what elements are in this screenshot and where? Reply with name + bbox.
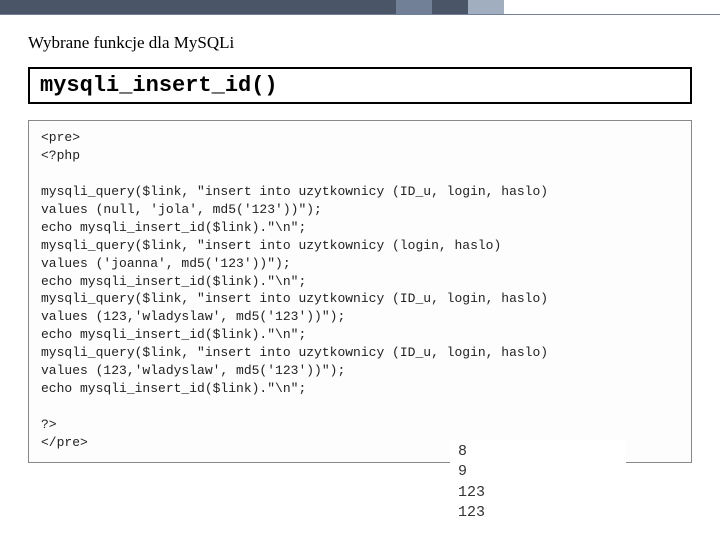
slide-content: Wybrane funkcje dla MySQLi mysqli_insert… — [0, 15, 720, 463]
decorative-top-bar — [0, 0, 720, 15]
code-block: <pre> <?php mysqli_query($link, "insert … — [28, 120, 692, 463]
section-subtitle: Wybrane funkcje dla MySQLi — [28, 33, 692, 53]
output-block: 8 9 123 123 — [450, 440, 626, 525]
function-name-box: mysqli_insert_id() — [28, 67, 692, 104]
